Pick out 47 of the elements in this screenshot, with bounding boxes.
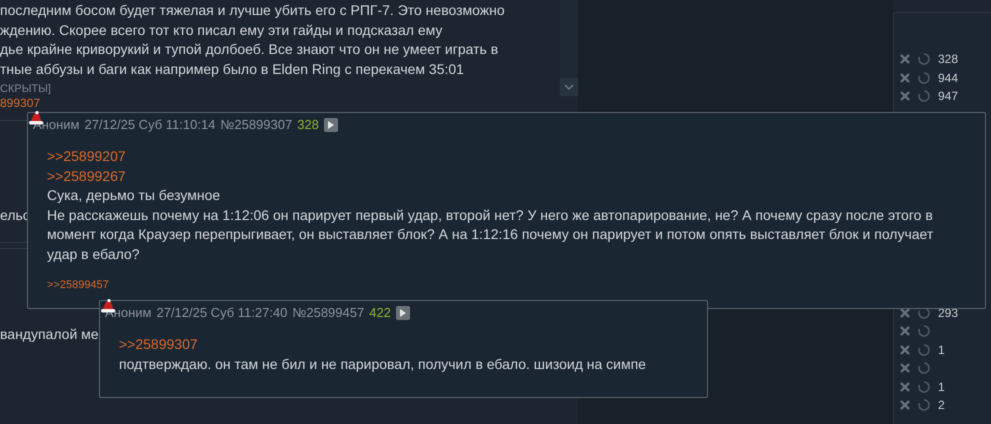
refresh-icon[interactable]	[917, 361, 931, 376]
post-text: Сука, дерьмо ты безумное	[47, 186, 222, 205]
close-icon[interactable]	[899, 362, 913, 374]
post-text: подтверждаю. он там не бил и не парировал, получил в ебало. шизоид на симпе	[119, 354, 647, 374]
refresh-icon[interactable]	[917, 70, 931, 85]
post-text-line: дье крайне криворукий и тупой долбоеб. Все знают что он не умеет играть в	[0, 40, 500, 59]
reply-link[interactable]: >>25899267	[47, 166, 126, 186]
post-text-fragment: вандупалой ме	[0, 325, 99, 344]
refresh-icon[interactable]	[917, 324, 931, 338]
close-icon[interactable]	[899, 344, 913, 356]
hidden-note: СКРЫТЫ]	[0, 83, 51, 96]
reply-count: 328	[297, 117, 319, 133]
close-icon[interactable]	[899, 72, 913, 84]
post-number[interactable]: №25899307	[220, 117, 292, 133]
backlink[interactable]: >>25899457	[47, 278, 109, 292]
count-label: 1	[938, 342, 945, 359]
count-label: 944	[938, 70, 958, 87]
post-text-line: тные аббузы и баги как например было в Elden Ring с перекачем 35:01	[0, 60, 465, 79]
post-text-line: ждению. Скорее всего тот кто писал ему эти гайды и подсказал ему	[0, 20, 444, 40]
post-date: 27/12/25 Суб 11:10:14	[84, 117, 216, 133]
close-icon[interactable]	[899, 53, 913, 66]
reply-link[interactable]: 899307	[0, 96, 40, 110]
scroll-down-icon[interactable]	[560, 78, 578, 96]
refresh-icon[interactable]	[917, 380, 931, 394]
count-label: 947	[938, 88, 958, 106]
count-label: 328	[938, 51, 958, 68]
count-label: 293	[938, 304, 958, 322]
refresh-icon[interactable]	[917, 398, 931, 412]
refresh-icon[interactable]	[917, 89, 931, 104]
post-number[interactable]: №25899457	[292, 305, 364, 321]
refresh-icon[interactable]	[917, 52, 931, 66]
count-label: 1	[938, 378, 945, 396]
close-icon[interactable]	[899, 306, 913, 319]
reply-link[interactable]: >>25899307	[119, 335, 198, 354]
close-icon[interactable]	[899, 380, 913, 393]
close-icon[interactable]	[899, 90, 913, 102]
close-icon[interactable]	[899, 399, 913, 412]
play-icon[interactable]	[324, 118, 338, 132]
reply-link[interactable]: >>25899207	[47, 147, 126, 166]
refresh-icon[interactable]	[917, 342, 931, 357]
post-text-line: последним босом будет тяжелая и лучше убить его с РПГ-7. Это невозможно	[0, 1, 506, 20]
reply-count: 422	[369, 305, 391, 321]
post-date: 27/12/25 Суб 11:27:40	[156, 305, 288, 321]
close-icon[interactable]	[899, 325, 913, 338]
post-text: Не расскажешь почему на 1:12:06 он парирует первый удар, второй нет? У него же автопарирование, не? А почему сразу после этого в момент когда Краузер перепрыгивает, он выставляет блок? А на 1:12:16 почему он парирует и потом опять выставляет блок и получает удар в ебало?	[47, 206, 934, 264]
play-icon[interactable]	[396, 306, 410, 320]
count-label: 2	[938, 397, 945, 414]
